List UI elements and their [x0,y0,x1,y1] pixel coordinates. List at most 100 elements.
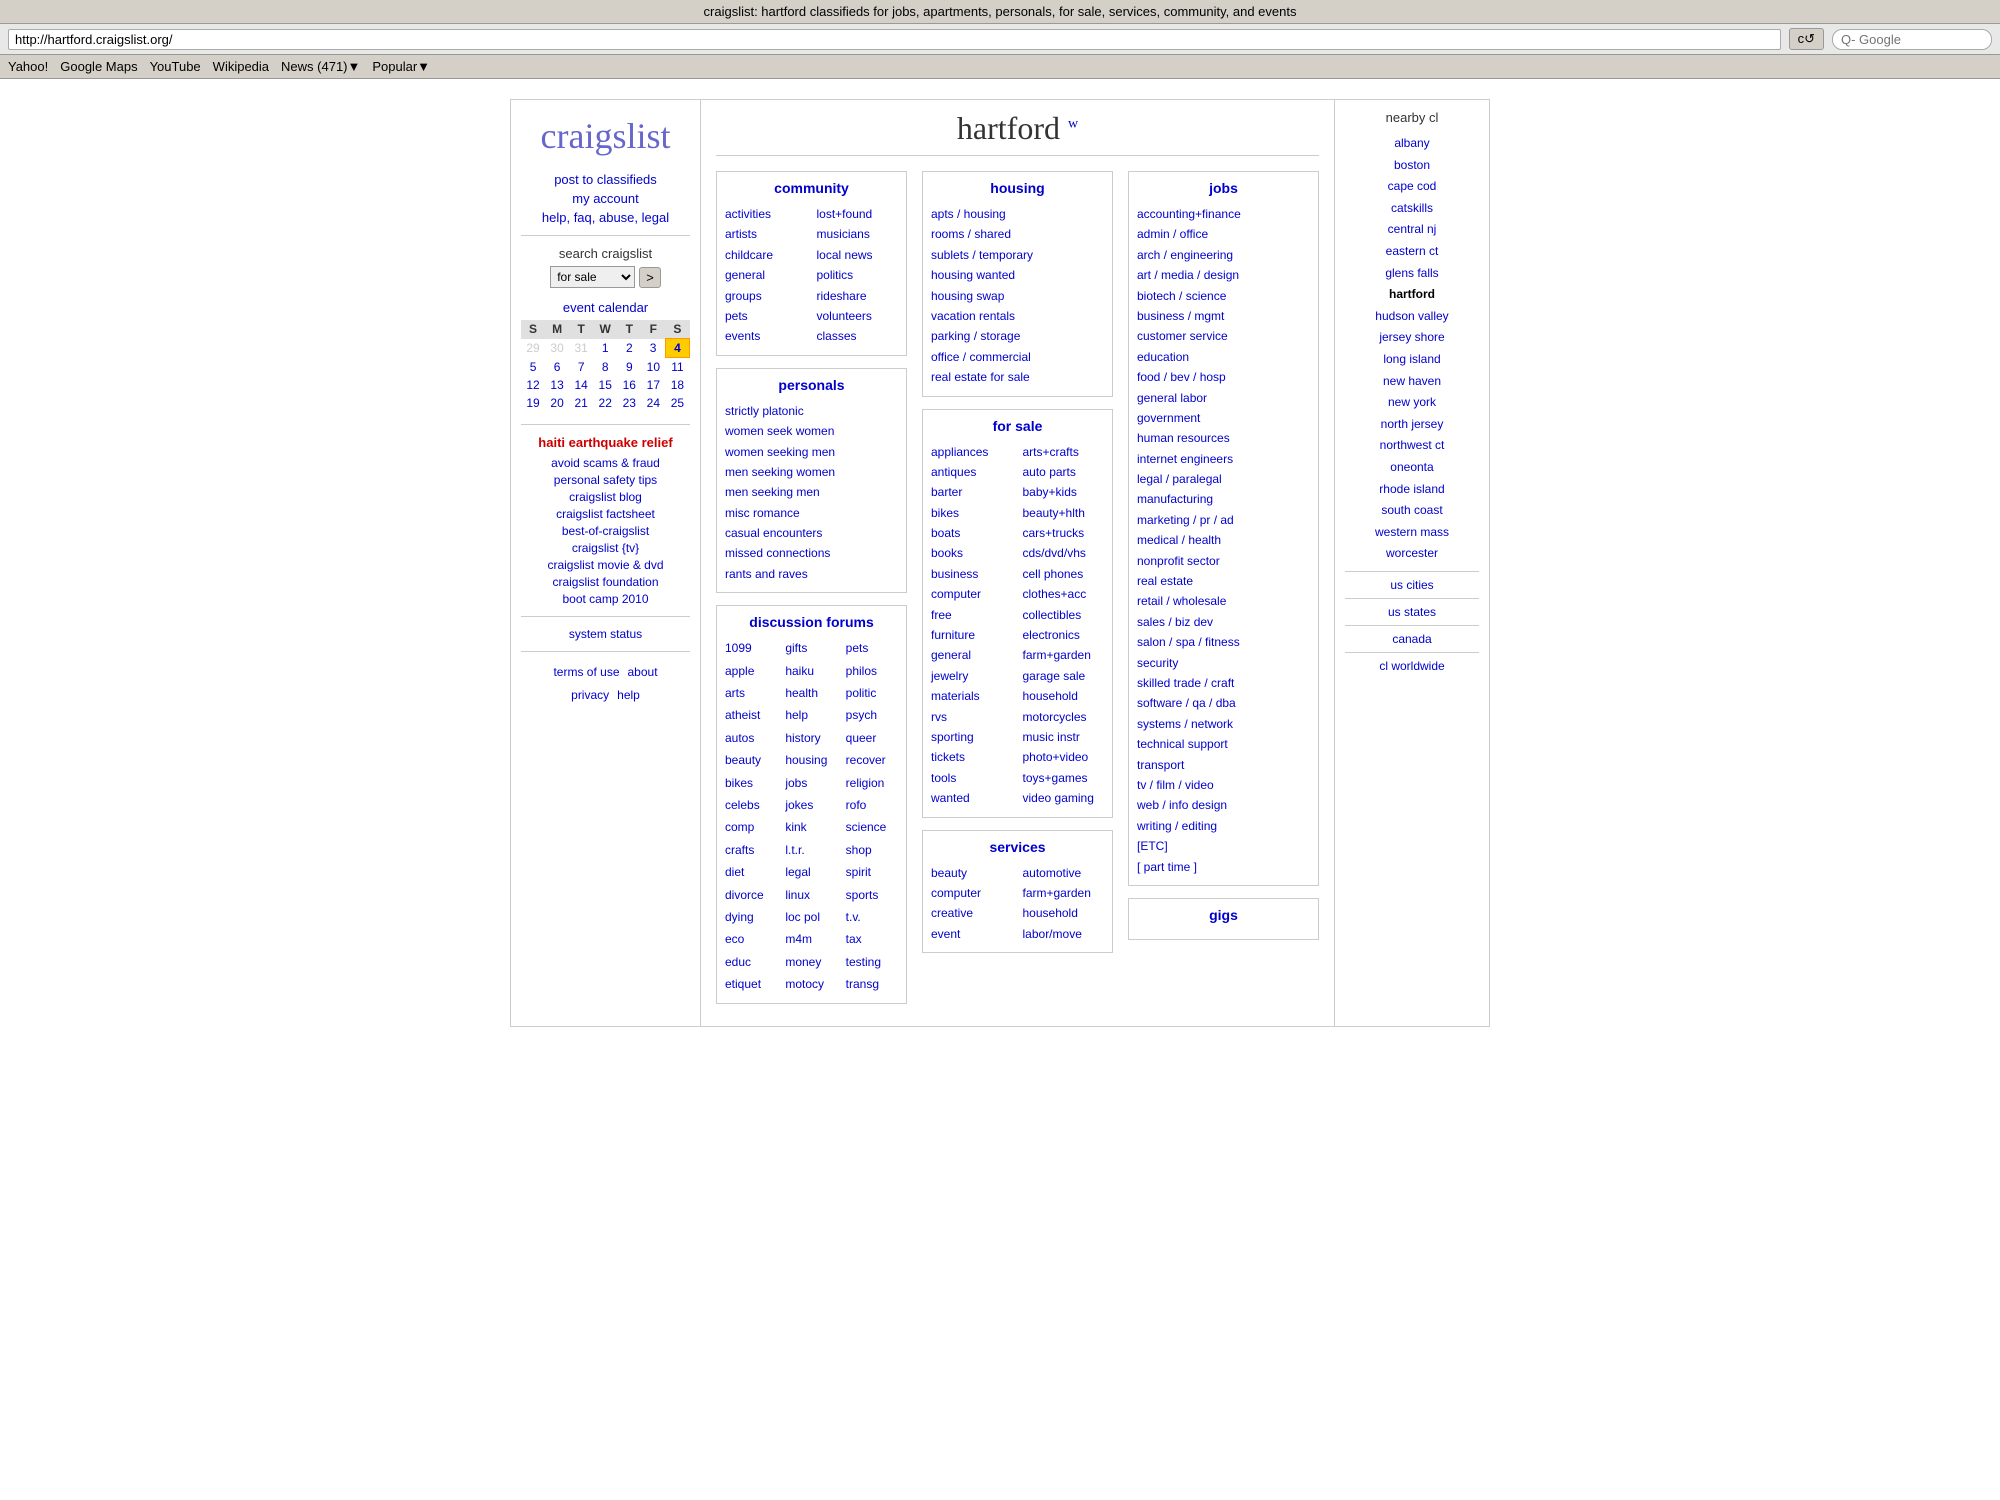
forum-kink[interactable]: kink [785,817,837,837]
my-account-link[interactable]: my account [521,191,690,206]
fs-music-instr[interactable]: music instr [1023,727,1105,747]
fs-arts-crafts[interactable]: arts+crafts [1023,442,1105,462]
personals-msw[interactable]: men seeking women [725,462,898,482]
personals-wsw[interactable]: women seek women [725,421,898,441]
fs-household[interactable]: household [1023,686,1105,706]
forum-autos[interactable]: autos [725,728,777,748]
forum-comp[interactable]: comp [725,817,777,837]
fs-appliances[interactable]: appliances [931,442,1013,462]
bootcamp-link[interactable]: boot camp 2010 [521,592,690,606]
forum-1099[interactable]: 1099 [725,638,777,658]
haiti-link[interactable]: haiti earthquake relief [521,435,690,450]
cal-day-29[interactable]: 29 [521,339,545,358]
forum-philos[interactable]: philos [846,661,898,681]
job-writing[interactable]: writing / editing [1137,816,1310,836]
forum-legal[interactable]: legal [785,862,837,882]
svc-computer[interactable]: computer [931,883,1013,903]
fs-beauty[interactable]: beauty+hlth [1023,503,1105,523]
housing-rooms[interactable]: rooms / shared [931,224,1104,244]
nearby-new-haven[interactable]: new haven [1345,371,1479,393]
community-groups[interactable]: groups [725,286,807,306]
fs-business[interactable]: business [931,564,1013,584]
community-events[interactable]: events [725,326,807,346]
bookmark-youtube[interactable]: YouTube [150,59,201,74]
forum-shop[interactable]: shop [846,840,898,860]
fs-video-gaming[interactable]: video gaming [1023,788,1105,808]
forum-dying[interactable]: dying [725,907,777,927]
nearby-northwest-ct[interactable]: northwest ct [1345,435,1479,457]
cal-day-10[interactable]: 10 [641,358,665,377]
fs-furniture[interactable]: furniture [931,625,1013,645]
terms-link[interactable]: terms of use [553,665,619,679]
housing-apts[interactable]: apts / housing [931,204,1104,224]
forum-money[interactable]: money [785,952,837,972]
cal-day-11[interactable]: 11 [665,358,689,377]
cal-day-25[interactable]: 25 [665,394,689,412]
forum-beauty[interactable]: beauty [725,750,777,770]
bookmark-news[interactable]: News (471)▼ [281,59,360,74]
forum-spirit[interactable]: spirit [846,862,898,882]
fs-baby-kids[interactable]: baby+kids [1023,482,1105,502]
fs-materials[interactable]: materials [931,686,1013,706]
nearby-long-island[interactable]: long island [1345,349,1479,371]
forum-jobs[interactable]: jobs [785,773,837,793]
forum-ltr[interactable]: l.t.r. [785,840,837,860]
cal-day-18[interactable]: 18 [665,376,689,394]
nearby-cape-cod[interactable]: cape cod [1345,176,1479,198]
cal-day-12[interactable]: 12 [521,376,545,394]
personals-strictly-platonic[interactable]: strictly platonic [725,401,898,421]
forum-educ[interactable]: educ [725,952,777,972]
forum-jokes[interactable]: jokes [785,795,837,815]
job-admin[interactable]: admin / office [1137,224,1310,244]
fs-cds[interactable]: cds/dvd/vhs [1023,543,1105,563]
job-education[interactable]: education [1137,347,1310,367]
forum-etiquet[interactable]: etiquet [725,974,777,994]
system-status-link[interactable]: system status [521,627,690,641]
help-bottom-link[interactable]: help [617,688,640,702]
svc-creative[interactable]: creative [931,903,1013,923]
forum-history[interactable]: history [785,728,837,748]
job-business[interactable]: business / mgmt [1137,306,1310,326]
forum-gifts[interactable]: gifts [785,638,837,658]
us-states-link[interactable]: us states [1345,605,1479,619]
community-politics[interactable]: politics [817,265,899,285]
cal-day-7[interactable]: 7 [569,358,593,377]
cal-day-13[interactable]: 13 [545,376,569,394]
browser-search-input[interactable] [1832,29,1992,50]
fs-books[interactable]: books [931,543,1013,563]
nearby-western-mass[interactable]: western mass [1345,522,1479,544]
cal-day-4[interactable]: 4 [665,339,689,358]
job-marketing[interactable]: marketing / pr / ad [1137,510,1310,530]
job-tv[interactable]: tv / film / video [1137,775,1310,795]
nearby-albany[interactable]: albany [1345,133,1479,155]
community-lost-found[interactable]: lost+found [817,204,899,224]
help-link[interactable]: help, faq, abuse, legal [521,210,690,225]
cal-day-31[interactable]: 31 [569,339,593,358]
forum-locpol[interactable]: loc pol [785,907,837,927]
community-local-news[interactable]: local news [817,245,899,265]
foundation-link[interactable]: craigslist foundation [521,575,690,589]
personals-missed[interactable]: missed connections [725,543,898,563]
forum-religion[interactable]: religion [846,773,898,793]
job-part-time[interactable]: [ part time ] [1137,857,1310,877]
job-technical[interactable]: technical support [1137,734,1310,754]
job-art[interactable]: art / media / design [1137,265,1310,285]
bookmark-google-maps[interactable]: Google Maps [60,59,137,74]
forum-crafts[interactable]: crafts [725,840,777,860]
cal-day-24[interactable]: 24 [641,394,665,412]
forum-queer[interactable]: queer [846,728,898,748]
job-transport[interactable]: transport [1137,755,1310,775]
fs-free[interactable]: free [931,605,1013,625]
fs-photo-video[interactable]: photo+video [1023,747,1105,767]
fs-antiques[interactable]: antiques [931,462,1013,482]
fs-cell-phones[interactable]: cell phones [1023,564,1105,584]
cal-day-19[interactable]: 19 [521,394,545,412]
us-cities-link[interactable]: us cities [1345,578,1479,592]
cal-day-16[interactable]: 16 [617,376,641,394]
svc-labor-move[interactable]: labor/move [1023,924,1105,944]
job-customer-service[interactable]: customer service [1137,326,1310,346]
forum-recover[interactable]: recover [846,750,898,770]
community-volunteers[interactable]: volunteers [817,306,899,326]
nearby-rhode-island[interactable]: rhode island [1345,479,1479,501]
nearby-jersey-shore[interactable]: jersey shore [1345,327,1479,349]
